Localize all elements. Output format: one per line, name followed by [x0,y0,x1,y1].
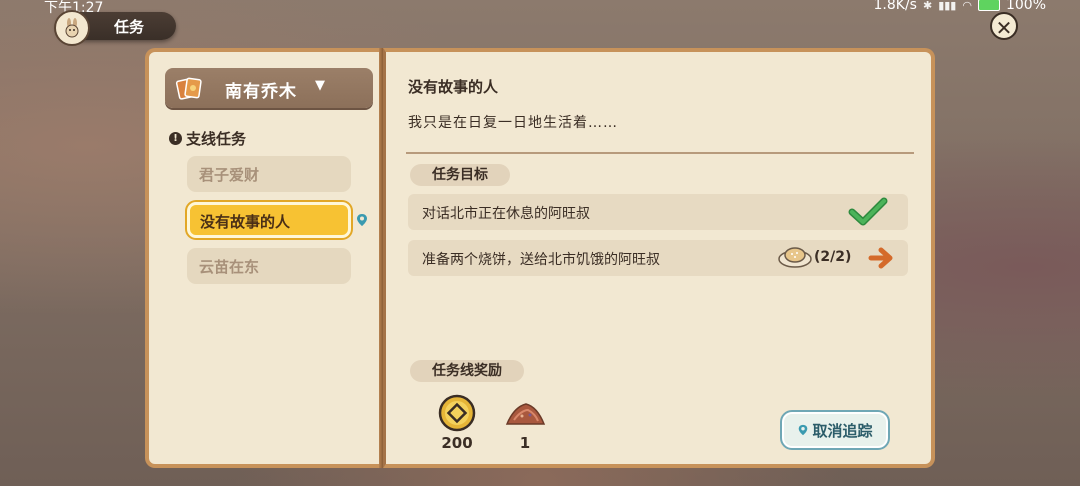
status-icons: 1.8K/s ✱ ▮▮▮ ◠ 100% [873,0,1046,13]
battery-icon [977,0,1000,11]
section-label: 支线任务 [186,130,247,148]
quest-list-page: 南有乔木 ▼ ! 支线任务 君子爱财 没有故事的人 云苗在东 [145,48,383,468]
objective-text: 准备两个烧饼，送给北市饥饿的阿旺叔 [422,252,660,268]
quest-description: 我只是在日复一日地生活着…… [408,115,618,131]
chevron-down-icon: ▼ [315,78,325,93]
objective-row: 对话北市正在休息的阿旺叔 [408,194,908,230]
untrack-label: 取消追踪 [812,421,873,440]
objective-count: (2/2) [814,249,852,265]
bunny-icon [54,10,90,46]
objective-text: 对话北市正在休息的阿旺叔 [422,206,590,222]
page-title: 任务 [114,18,145,36]
quest-journal: 南有乔木 ▼ ! 支线任务 君子爱财 没有故事的人 云苗在东 没有故事的人 我只… [145,48,935,470]
quest-item-selected[interactable]: 没有故事的人 [187,202,351,238]
ore-icon [505,403,546,425]
cards-icon [175,77,202,100]
alert-icon: ! [169,132,182,145]
side-quest-heading: ! 支线任务 [169,128,246,149]
reward-amount: 1 [519,434,531,452]
pancake-icon [778,247,812,268]
header-bar: 任务 [54,10,176,46]
quest-item[interactable]: 云苗在东 [187,248,351,284]
untrack-button[interactable]: 取消追踪 [780,410,890,450]
coin-icon [438,394,476,432]
check-icon [848,197,888,226]
map-pin-icon [799,424,808,436]
signal-icon: ▮▮▮ [938,0,957,12]
region-name: 南有乔木 [225,82,297,102]
wifi-icon: ◠ [962,0,972,12]
rewards-label: 任务线奖励 [410,360,524,382]
objectives-label: 任务目标 [410,164,510,186]
reward-item: 200 [434,394,480,452]
quest-detail-page: 没有故事的人 我只是在日复一日地生活着…… 任务目标 对话北市正在休息的阿旺叔 … [383,48,935,468]
reward-item: 1 [502,394,548,452]
divider [406,152,914,154]
quest-item[interactable]: 君子爱财 [187,156,351,192]
map-pin-icon [357,214,367,226]
close-icon[interactable]: ✕ [990,12,1018,40]
quest-title: 没有故事的人 [408,78,499,96]
arrow-right-icon[interactable] [868,246,896,270]
region-dropdown[interactable]: 南有乔木 ▼ [165,68,373,108]
battery-level: 100% [1005,0,1046,13]
reward-amount: 200 [441,434,473,452]
network-speed: 1.8K/s [873,0,917,13]
objective-row[interactable]: 准备两个烧饼，送给北市饥饿的阿旺叔 (2/2) [408,240,908,276]
bluetooth-icon: ✱ [922,0,933,12]
